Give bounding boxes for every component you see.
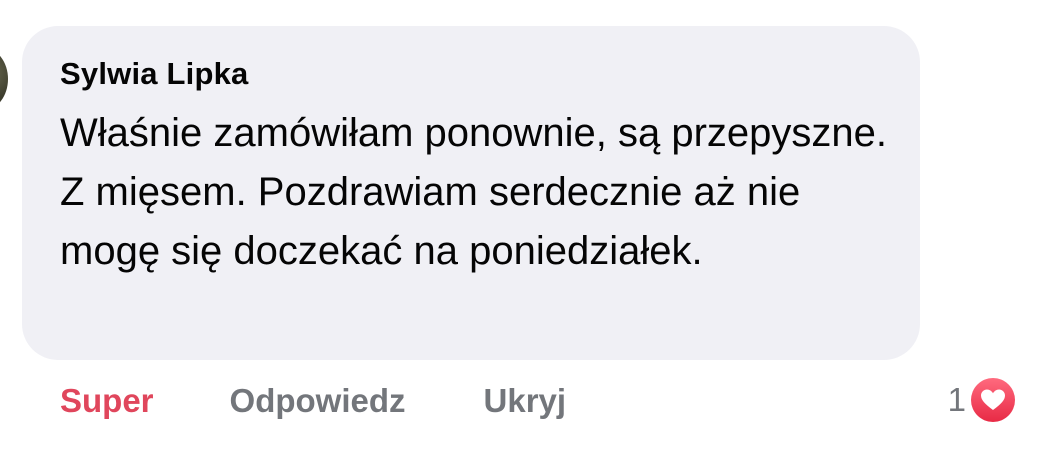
comment-author[interactable]: Sylwia Lipka bbox=[60, 52, 882, 96]
like-button[interactable]: Super bbox=[60, 376, 154, 426]
comment-text: Właśnie zamówiłam ponownie, są przepyszn… bbox=[60, 111, 888, 273]
reaction-summary[interactable]: 1 bbox=[948, 373, 1018, 427]
heart-badge bbox=[968, 375, 1018, 425]
hide-button[interactable]: Ukryj bbox=[484, 376, 567, 426]
reaction-count: 1 bbox=[947, 381, 966, 418]
avatar[interactable] bbox=[0, 48, 8, 110]
reply-button[interactable]: Odpowiedz bbox=[230, 376, 406, 426]
comment-container: Sylwia Lipka Właśnie zamówiłam ponownie,… bbox=[0, 0, 1054, 458]
comment-actions: Super Odpowiedz Ukryj bbox=[60, 376, 566, 426]
heart-icon bbox=[971, 378, 1015, 422]
comment-bubble[interactable]: Sylwia Lipka Właśnie zamówiłam ponownie,… bbox=[22, 26, 920, 360]
